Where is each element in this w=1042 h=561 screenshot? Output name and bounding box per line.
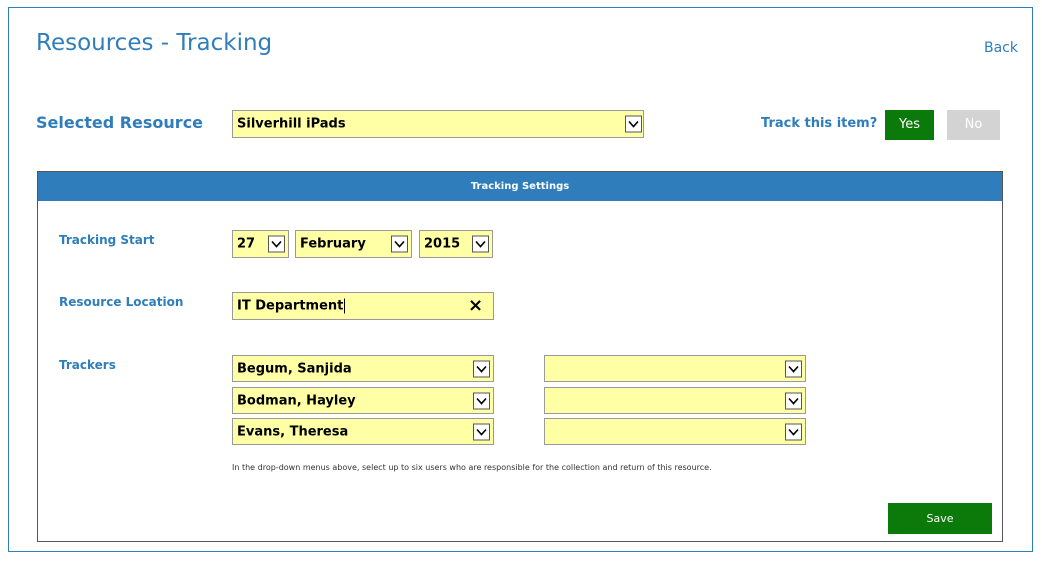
chevron-down-icon[interactable] <box>391 235 408 253</box>
text-caret <box>344 298 346 314</box>
page-title: Resources - Tracking <box>36 30 273 56</box>
tracker-select-6[interactable] <box>544 418 806 445</box>
day-select-value: 27 <box>237 236 256 252</box>
chevron-down-icon[interactable] <box>472 235 489 253</box>
tracker-select-value: Bodman, Hayley <box>237 393 356 408</box>
day-select[interactable]: 27 <box>232 230 289 258</box>
resource-location-label: Resource Location <box>59 295 184 309</box>
back-link[interactable]: Back <box>984 40 1018 56</box>
chevron-down-icon[interactable] <box>785 423 802 440</box>
tracking-settings-panel: Tracking Settings <box>37 171 1003 542</box>
chevron-down-icon[interactable] <box>268 235 285 253</box>
resource-select-value: Silverhill iPads <box>237 116 346 132</box>
yes-button[interactable]: Yes <box>885 110 934 140</box>
chevron-down-icon[interactable] <box>625 115 642 133</box>
selected-resource-label: Selected Resource <box>36 113 204 132</box>
year-select-value: 2015 <box>424 236 461 252</box>
chevron-down-icon[interactable] <box>785 360 802 377</box>
tracker-select-5[interactable] <box>544 387 806 414</box>
trackers-help-text: In the drop-down menus above, select up … <box>232 463 712 472</box>
year-select[interactable]: 2015 <box>419 230 493 258</box>
month-select-value: February <box>300 236 366 252</box>
tracker-select-1[interactable]: Begum, Sanjida <box>232 355 494 382</box>
tracker-select-4[interactable] <box>544 355 806 382</box>
tracker-select-value: Evans, Theresa <box>237 424 349 439</box>
chevron-down-icon[interactable] <box>785 392 802 409</box>
chevron-down-icon[interactable] <box>473 392 490 409</box>
tracking-start-label: Tracking Start <box>59 233 155 247</box>
no-button[interactable]: No <box>947 110 1000 140</box>
resource-location-value: IT Department <box>237 298 344 314</box>
tracker-select-value: Begum, Sanjida <box>237 361 352 376</box>
chevron-down-icon[interactable] <box>473 360 490 377</box>
tracker-select-2[interactable]: Bodman, Hayley <box>232 387 494 414</box>
chevron-down-icon[interactable] <box>473 423 490 440</box>
save-button[interactable]: Save <box>888 503 992 534</box>
trackers-label: Trackers <box>59 358 116 372</box>
month-select[interactable]: February <box>295 230 412 258</box>
tracker-select-3[interactable]: Evans, Theresa <box>232 418 494 445</box>
track-item-question: Track this item? <box>761 116 878 131</box>
close-icon[interactable]: × <box>468 296 483 316</box>
resource-location-input[interactable]: IT Department <box>232 292 494 320</box>
panel-header: Tracking Settings <box>38 172 1002 201</box>
resource-select[interactable]: Silverhill iPads <box>232 110 644 138</box>
